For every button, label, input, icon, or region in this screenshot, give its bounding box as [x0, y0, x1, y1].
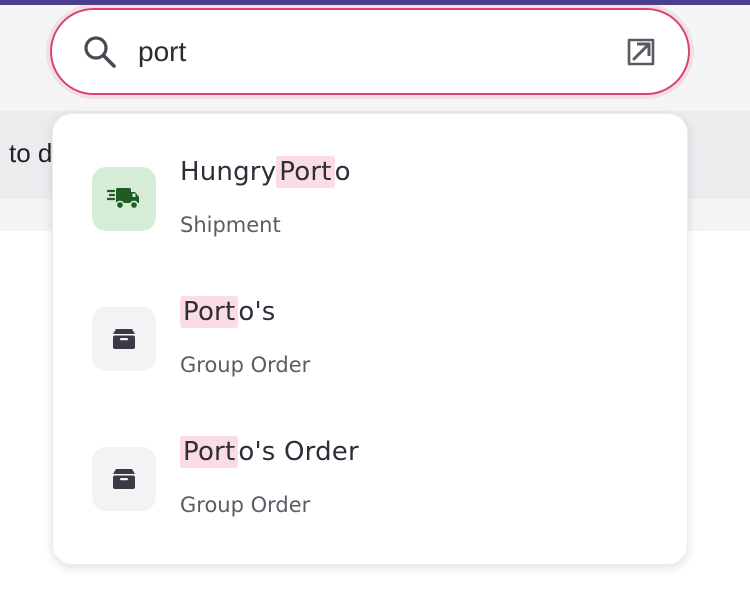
search-input[interactable] — [138, 28, 598, 76]
match-highlight: Port — [276, 156, 335, 188]
result-subtitle: Group Order — [180, 493, 311, 517]
result-icon-container — [92, 167, 156, 231]
result-title: Hungry Port o — [180, 156, 351, 188]
search-result-item[interactable]: Port o's Order Group Order — [52, 393, 688, 533]
box-icon — [113, 329, 135, 349]
delivery-truck-icon — [107, 188, 139, 210]
result-subtitle: Shipment — [180, 213, 281, 237]
background-text: to d — [9, 138, 53, 168]
search-result-item[interactable]: Hungry Port o Shipment — [52, 113, 688, 253]
result-title: Port o's Order — [180, 436, 359, 468]
open-external-icon[interactable] — [625, 36, 657, 68]
search-result-item[interactable]: Port o's Group Order — [52, 253, 688, 393]
result-subtitle: Group Order — [180, 353, 311, 377]
match-highlight: Port — [180, 296, 239, 328]
result-icon-container — [92, 307, 156, 371]
result-title: Port o's — [180, 296, 276, 328]
match-highlight: Port — [180, 436, 239, 468]
box-icon — [113, 469, 135, 489]
search-icon[interactable] — [82, 34, 118, 70]
result-icon-container — [92, 447, 156, 511]
